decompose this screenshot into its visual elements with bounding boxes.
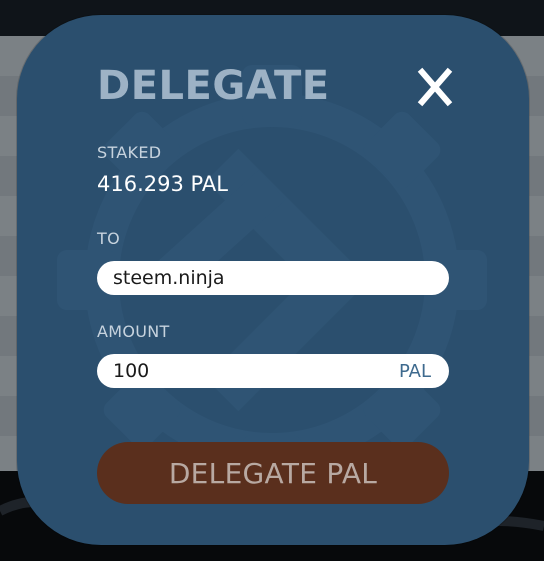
delegate-modal: DELEGATE STAKED 416.293 PAL TO AMOUNT PA… — [17, 15, 529, 545]
staked-value: 416.293 PAL — [97, 172, 228, 196]
to-label: TO — [97, 229, 120, 248]
to-input[interactable] — [113, 267, 431, 289]
amount-label: AMOUNT — [97, 322, 170, 341]
staked-label: STAKED — [97, 143, 162, 162]
to-field[interactable] — [97, 261, 449, 295]
amount-unit: PAL — [398, 360, 431, 382]
amount-field[interactable]: PAL — [97, 354, 449, 388]
modal-title: DELEGATE — [97, 63, 330, 109]
page: DELEGATE STAKED 416.293 PAL TO AMOUNT PA… — [0, 0, 544, 561]
delegate-pal-button[interactable]: DELEGATE PAL — [97, 442, 449, 504]
amount-input[interactable] — [113, 360, 399, 382]
close-button[interactable] — [413, 65, 457, 109]
close-icon — [417, 67, 453, 107]
